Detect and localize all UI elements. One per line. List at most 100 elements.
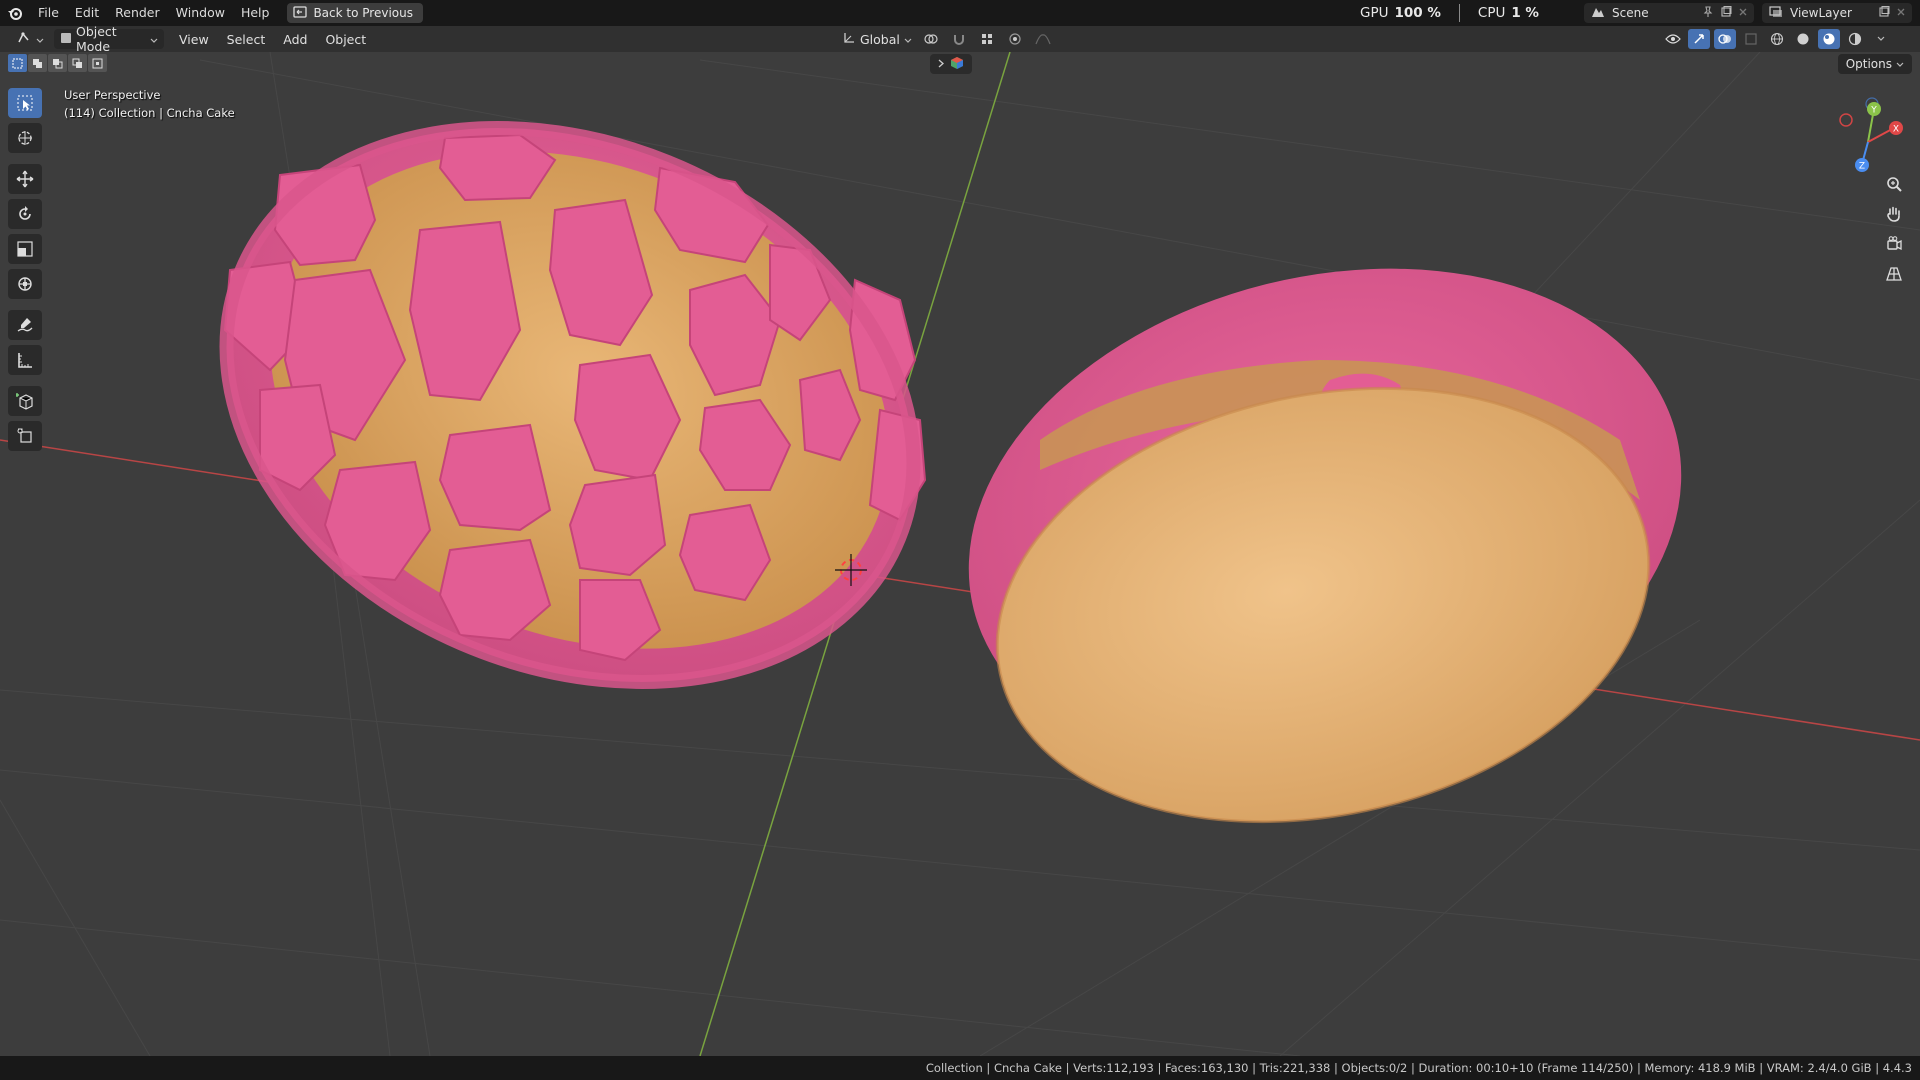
- mode-label: Object Mode: [76, 24, 117, 54]
- pan-hand-icon[interactable]: [1880, 200, 1908, 228]
- menu-render[interactable]: Render: [107, 0, 168, 26]
- gizmo-x-label: X: [1893, 125, 1899, 135]
- viewport-menu-select[interactable]: Select: [218, 32, 275, 47]
- gpu-label: GPU: [1360, 5, 1389, 21]
- back-to-previous-button[interactable]: Back to Previous: [287, 3, 423, 23]
- editor-type-dropdown[interactable]: [10, 29, 50, 49]
- pivot-point-icon[interactable]: [920, 29, 942, 49]
- rotate-tool-icon[interactable]: [8, 199, 42, 229]
- select-new-icon[interactable]: [8, 54, 27, 72]
- visibility-eye-icon[interactable]: [1662, 29, 1684, 49]
- new-view-layer-icon[interactable]: [1878, 5, 1890, 21]
- select-box-tool-icon[interactable]: [8, 88, 42, 118]
- scene-selector[interactable]: Scene: [1584, 3, 1754, 23]
- navigation-gizmo[interactable]: Y X Z: [1814, 92, 1914, 182]
- chevron-down-icon: [904, 32, 912, 47]
- negative-x-axis-icon: [1839, 113, 1853, 127]
- wireframe-shading-icon[interactable]: [1766, 29, 1788, 49]
- snap-target-icon[interactable]: [976, 29, 998, 49]
- select-extend-icon[interactable]: [28, 54, 47, 72]
- add-primitive-tool-icon[interactable]: [8, 421, 42, 451]
- chevron-right-icon: [938, 57, 944, 71]
- orientation-icon: [842, 31, 856, 48]
- viewport-menu-add[interactable]: Add: [274, 32, 316, 47]
- blender-logo-icon[interactable]: [0, 0, 30, 26]
- solid-shading-icon[interactable]: [1792, 29, 1814, 49]
- select-subtract-icon[interactable]: [48, 54, 67, 72]
- options-dropdown[interactable]: Options: [1837, 54, 1912, 74]
- view-layer-selector[interactable]: ViewLayer: [1762, 3, 1912, 23]
- menu-edit[interactable]: Edit: [67, 0, 107, 26]
- mode-dropdown[interactable]: Object Mode: [54, 24, 164, 54]
- new-scene-icon[interactable]: [1720, 5, 1732, 21]
- select-intersect-icon[interactable]: [88, 54, 107, 72]
- view-layer-icon: [1768, 5, 1784, 22]
- top-menu-bar: File Edit Render Window Help Back to Pre…: [0, 0, 1920, 26]
- perspective-label: User Perspective: [64, 88, 161, 102]
- gpu-value: 100 %: [1394, 5, 1441, 21]
- transform-tool-icon[interactable]: [8, 269, 42, 299]
- chevron-down-icon: [36, 32, 44, 47]
- chevron-down-icon: [150, 32, 158, 47]
- camera-view-icon[interactable]: [1880, 230, 1908, 258]
- viewport-editor-icon: [16, 31, 32, 48]
- overlays-toggle-icon[interactable]: [1714, 29, 1736, 49]
- cpu-value: 1 %: [1511, 5, 1539, 21]
- move-tool-icon[interactable]: [8, 164, 42, 194]
- selection-mode-buttons: [8, 54, 107, 72]
- back-to-previous-label: Back to Previous: [313, 6, 413, 20]
- concha-top-half[interactable]: [143, 52, 998, 781]
- pin-icon[interactable]: [1702, 5, 1714, 21]
- performance-monitor: GPU 100 % CPU 1 %: [1360, 0, 1539, 26]
- chevron-down-icon: [1896, 57, 1904, 71]
- delete-scene-icon[interactable]: [1738, 6, 1748, 20]
- perspective-toggle-icon[interactable]: [1880, 260, 1908, 288]
- viewport-header: Object Mode View Select Add Object Globa…: [0, 24, 1920, 54]
- measure-tool-icon[interactable]: [8, 345, 42, 375]
- viewport-info-text: User Perspective (114) Collection | Cnch…: [64, 86, 235, 122]
- gizmo-y-label: Y: [1870, 106, 1877, 116]
- scale-tool-icon[interactable]: [8, 234, 42, 264]
- asset-shelf-toggle[interactable]: [930, 54, 972, 74]
- 3d-viewport[interactable]: Options User Perspective (114) Collectio…: [0, 52, 1920, 1056]
- collection-info-label: (114) Collection | Cncha Cake: [64, 106, 235, 120]
- viewport-display-controls: [1662, 29, 1892, 49]
- menu-file[interactable]: File: [30, 0, 67, 26]
- rendered-shading-icon[interactable]: [1844, 29, 1866, 49]
- menu-window[interactable]: Window: [168, 0, 233, 26]
- menu-help[interactable]: Help: [233, 0, 278, 26]
- falloff-curve-icon[interactable]: [1032, 29, 1054, 49]
- add-cube-tool-icon[interactable]: [8, 386, 42, 416]
- viewport-menu-object[interactable]: Object: [316, 32, 375, 47]
- annotate-tool-icon[interactable]: [8, 310, 42, 340]
- proportional-editing-icon[interactable]: [1004, 29, 1026, 49]
- gizmo-z-label: Z: [1859, 162, 1865, 172]
- orientation-label: Global: [860, 31, 900, 47]
- perf-separator: [1458, 4, 1460, 22]
- material-ball-icon: [950, 56, 964, 73]
- navigation-tools: [1880, 170, 1910, 290]
- xray-toggle-icon[interactable]: [1740, 29, 1762, 49]
- scene-name: Scene: [1612, 6, 1649, 20]
- shading-options-chevron-icon[interactable]: [1870, 29, 1892, 49]
- zoom-icon[interactable]: [1880, 170, 1908, 198]
- object-mode-icon: [60, 32, 72, 47]
- scene-icon: [1590, 5, 1606, 22]
- scene-statistics: Collection | Cncha Cake | Verts:112,193 …: [925, 1061, 1912, 1075]
- snap-toggle-icon[interactable]: [948, 29, 970, 49]
- back-screen-icon: [293, 5, 308, 21]
- transform-orientation-dropdown[interactable]: Global: [836, 29, 914, 49]
- cursor-tool-icon[interactable]: [8, 123, 42, 153]
- gizmo-toggle-icon[interactable]: [1688, 29, 1710, 49]
- select-invert-icon[interactable]: [68, 54, 87, 72]
- view-layer-name: ViewLayer: [1790, 6, 1852, 20]
- delete-view-layer-icon[interactable]: [1896, 6, 1906, 20]
- transform-controls: Global: [836, 29, 1054, 49]
- cpu-label: CPU: [1477, 5, 1506, 21]
- viewport-scene-canvas: [0, 52, 1920, 1056]
- tool-shelf: [8, 88, 48, 456]
- options-label: Options: [1845, 57, 1892, 71]
- material-preview-shading-icon[interactable]: [1818, 29, 1840, 49]
- status-bar: Collection | Cncha Cake | Verts:112,193 …: [0, 1056, 1920, 1080]
- viewport-menu-view[interactable]: View: [170, 32, 218, 47]
